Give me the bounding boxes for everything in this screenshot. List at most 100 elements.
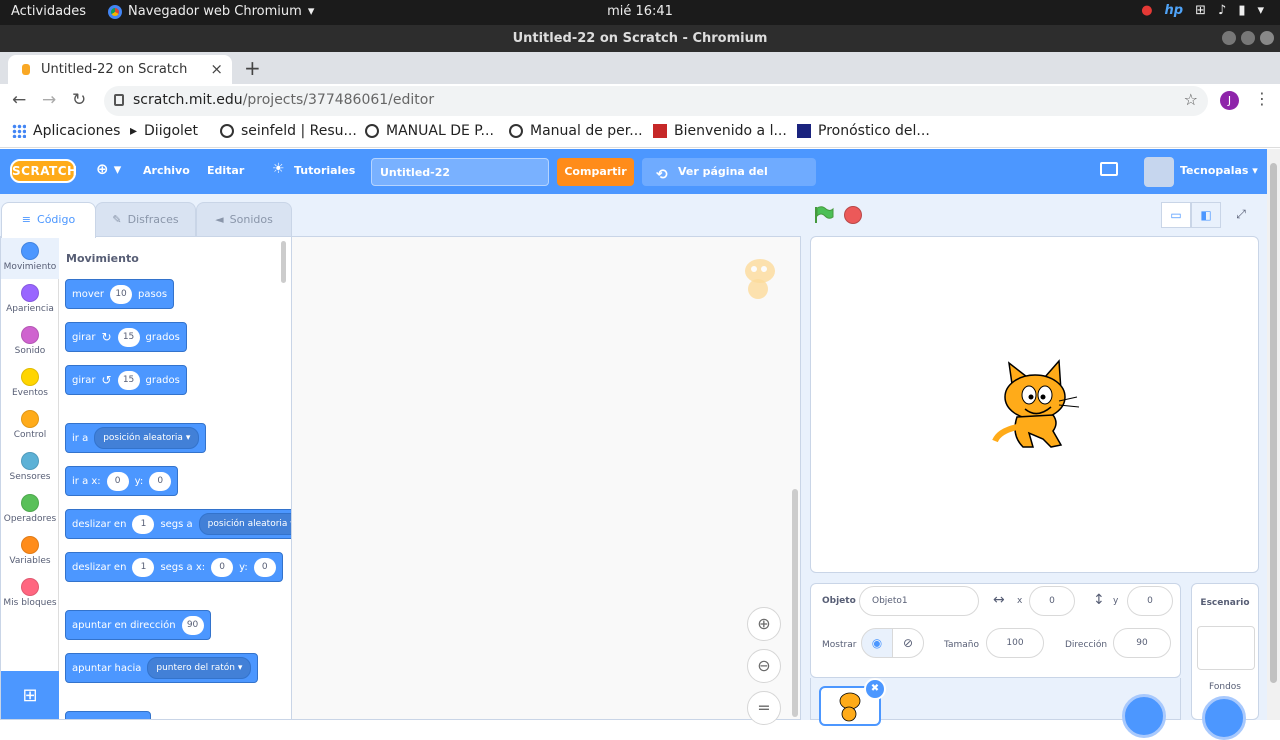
maximize-button[interactable] [1241,31,1255,45]
project-title-input[interactable] [371,158,549,186]
direction-input[interactable] [1113,628,1171,658]
volume-icon[interactable]: ♪ [1218,3,1226,18]
lightbulb-icon[interactable]: ☀ [272,161,285,177]
sprite-cat[interactable] [987,355,1083,455]
choose-backdrop-button[interactable] [1202,696,1246,740]
close-tab-icon[interactable]: × [210,60,223,78]
stage[interactable] [810,236,1259,573]
bookmark-item[interactable]: seinfeld | Resu... [220,123,357,139]
block-goto-xy[interactable]: ir a x: 0 y: 0 [65,466,179,496]
category-control[interactable]: Control [1,405,59,447]
zoom-in-icon[interactable]: ⊕ [747,607,781,641]
block-glide-xy[interactable]: deslizar en 1 segs a x: 0 y: 0 [65,552,283,582]
username-menu[interactable]: Tecnopalas ▾ [1180,164,1258,177]
category-my-blocks[interactable]: Mis bloques [1,573,59,615]
category-sound[interactable]: Sonido [1,321,59,363]
bookmark-item[interactable]: MANUAL DE P... [365,123,494,139]
choose-sprite-button[interactable] [1122,694,1166,738]
tab-sounds[interactable]: ◄ Sonidos [196,202,292,236]
category-events[interactable]: Eventos [1,363,59,405]
hp-icon[interactable]: hp [1165,3,1184,18]
small-stage-icon[interactable]: ▭ [1161,202,1191,228]
sprite-name-input[interactable] [859,586,979,616]
green-flag-icon[interactable] [814,206,834,224]
scratch-editor: ≡ Código ✎ Disfraces ◄ Sonidos Movimiento A… [0,194,1267,740]
battery-icon[interactable]: ▮ [1238,3,1245,18]
size-label: Tamaño [944,640,980,650]
brush-icon: ✎ [112,213,122,226]
new-tab-button[interactable]: + [244,56,261,80]
url-text[interactable]: scratch.mit.edu/projects/377486061/edito… [133,92,434,108]
chevron-down-icon[interactable]: ▾ [1257,3,1264,18]
block-point-direction[interactable]: apuntar en dirección 90 [65,610,211,640]
forward-arrow-icon[interactable]: → [42,90,56,110]
activities-button[interactable]: Actividades [11,4,86,19]
show-sprite-eye-icon[interactable]: ◉ [861,628,893,658]
x-position-input[interactable] [1029,586,1075,616]
share-button[interactable]: Compartir [557,158,634,186]
stop-icon[interactable] [844,206,862,224]
size-input[interactable] [986,628,1044,658]
page-scrollbar[interactable] [1267,149,1280,720]
category-operators[interactable]: Operadores [1,489,59,531]
chromium-icon [108,4,122,19]
fullscreen-icon[interactable]: ⤢ [1226,202,1256,228]
code-workspace[interactable]: ⊕ ⊖ = [292,236,801,725]
bookmark-item[interactable]: Aplicaciones [12,123,120,139]
profile-avatar[interactable]: J [1220,91,1239,110]
bookmark-item[interactable]: Manual de per... [509,123,643,139]
stage-selector[interactable]: Escenario Fondos [1191,583,1259,740]
tab-code[interactable]: ≡ Código [1,202,96,238]
scratch-favicon-icon [22,64,30,75]
globe-icon [220,124,234,138]
edit-menu[interactable]: Editar [207,164,244,177]
my-stuff-folder-icon[interactable] [1100,162,1118,176]
tab-costumes[interactable]: ✎ Disfraces [95,202,196,236]
y-position-input[interactable] [1127,586,1173,616]
see-project-page-button[interactable]: ⟲ Ver página del proyecto [642,158,816,206]
block-turn-left[interactable]: girar ↺ 15 grados [65,365,187,395]
user-avatar[interactable] [1144,157,1174,187]
tutorials-menu[interactable]: Tutoriales [294,164,355,177]
backdrop-thumbnail[interactable] [1197,626,1255,670]
network-icon[interactable]: ⊞ [1195,3,1206,18]
close-window-button[interactable] [1260,31,1274,45]
apps-grid-icon [12,124,26,138]
bookmark-item[interactable]: Bienvenido a l... [653,123,787,139]
add-extension-button[interactable]: ⊞ [1,671,59,719]
scratch-logo[interactable]: SCRATCH [10,159,77,183]
block-turn-right[interactable]: girar ↻ 15 grados [65,322,187,352]
bookmark-item[interactable]: ▸ Diigolet [130,123,198,139]
system-tray[interactable]: ● hp ⊞ ♪ ▮ ▾ [1141,3,1264,18]
tab-title: Untitled-22 on Scratch [41,62,188,77]
category-variables[interactable]: Variables [1,531,59,573]
reload-icon[interactable]: ↻ [72,90,86,110]
browser-menu-icon[interactable]: ⋮ [1254,89,1270,108]
bookmark-item[interactable]: Pronóstico del... [797,123,930,139]
category-looks[interactable]: Apariencia [1,279,59,321]
large-stage-icon[interactable]: ◧ [1191,202,1221,228]
back-arrow-icon[interactable]: ← [12,90,26,110]
block-partial[interactable] [65,711,151,719]
zoom-out-icon[interactable]: ⊖ [747,649,781,683]
file-menu[interactable]: Archivo [143,164,190,177]
delete-sprite-trash-icon[interactable]: ✖ [864,678,886,700]
app-menu[interactable]: Navegador web Chromium ▾ [108,4,314,19]
category-motion[interactable]: Movimiento [1,237,59,279]
category-sensing[interactable]: Sensores [1,447,59,489]
section-title: Movimiento [66,252,139,265]
block-point-towards[interactable]: apuntar hacia puntero del ratón ▾ [65,653,259,683]
palette-scrollbar[interactable] [281,241,286,283]
address-bar[interactable]: scratch.mit.edu/projects/377486061/edito… [104,86,1208,116]
workspace-scrollbar[interactable] [792,489,798,717]
block-glide[interactable]: deslizar en1segs aposición aleatoria ▾ [65,509,291,539]
block-goto[interactable]: ir a posición aleatoria ▾ [65,423,207,453]
chevron-down-icon: ▾ [307,4,315,19]
language-globe-icon[interactable]: ⊕ ▾ [96,160,121,178]
block-move[interactable]: mover 10 pasos [65,279,175,309]
bookmark-star-icon[interactable]: ☆ [1184,90,1198,109]
hide-sprite-eye-icon[interactable]: ⊘ [892,628,924,658]
screen-record-icon[interactable]: ● [1141,3,1152,18]
minimize-button[interactable] [1222,31,1236,45]
browser-tab[interactable]: Untitled-22 on Scratch × [8,55,232,84]
